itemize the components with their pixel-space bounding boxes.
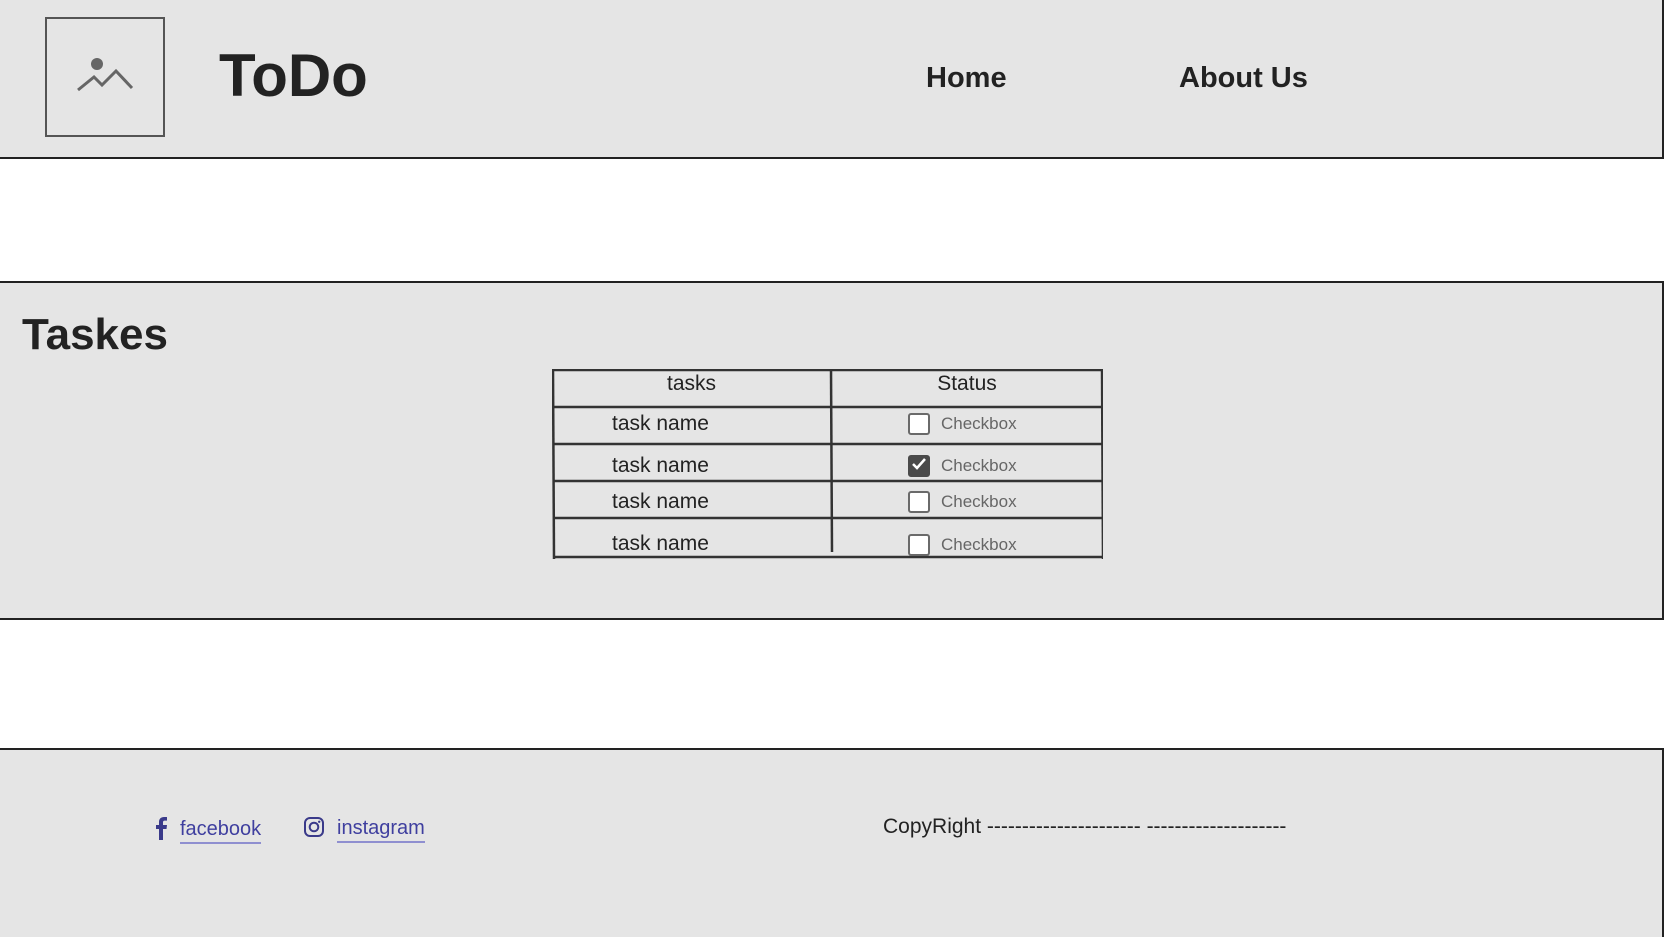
task-checkbox[interactable] bbox=[908, 534, 930, 556]
instagram-link-text[interactable]: instagram bbox=[337, 817, 425, 843]
copyright-text: CopyRight ---------------------- -------… bbox=[883, 815, 1287, 838]
section-title: Taskes bbox=[22, 310, 168, 359]
checkbox-label: Checkbox bbox=[941, 414, 1017, 433]
brand-title: ToDo bbox=[219, 42, 368, 109]
nav-about-us-link[interactable]: About Us bbox=[1179, 60, 1308, 96]
facebook-link[interactable]: facebook bbox=[154, 816, 262, 845]
column-header-status: Status bbox=[937, 372, 997, 395]
instagram-link[interactable]: instagram bbox=[303, 816, 425, 843]
tasks-table: tasks Status task name Checkbox task nam… bbox=[552, 369, 1103, 559]
instagram-icon bbox=[303, 816, 325, 843]
task-name-cell: task name bbox=[612, 454, 709, 477]
nav-home-link[interactable]: Home bbox=[926, 60, 1007, 96]
task-name-cell: task name bbox=[612, 490, 709, 513]
checkmark-icon bbox=[911, 457, 927, 476]
image-placeholder-icon bbox=[76, 57, 134, 98]
task-name-cell: task name bbox=[612, 412, 709, 435]
facebook-link-text[interactable]: facebook bbox=[180, 818, 262, 844]
checkbox-label: Checkbox bbox=[941, 492, 1017, 511]
logo-image-placeholder bbox=[45, 17, 165, 137]
footer: facebook instagram CopyRight -----------… bbox=[0, 748, 1664, 937]
task-name-cell: task name bbox=[612, 532, 709, 555]
column-header-tasks: tasks bbox=[666, 372, 716, 395]
header: ToDo Home About Us bbox=[0, 0, 1664, 159]
checkbox-label: Checkbox bbox=[941, 535, 1017, 554]
status-cell: Checkbox bbox=[908, 411, 1017, 437]
tasks-section: Taskes tasks Status task name Checkbox t… bbox=[0, 281, 1664, 620]
checkbox-label: Checkbox bbox=[941, 456, 1017, 475]
task-checkbox[interactable] bbox=[908, 413, 930, 435]
facebook-icon bbox=[154, 816, 168, 845]
status-cell: Checkbox bbox=[908, 453, 1017, 479]
status-cell: Checkbox bbox=[908, 532, 1017, 558]
status-cell: Checkbox bbox=[908, 489, 1017, 515]
task-checkbox-checked[interactable] bbox=[908, 455, 930, 477]
task-checkbox[interactable] bbox=[908, 491, 930, 513]
